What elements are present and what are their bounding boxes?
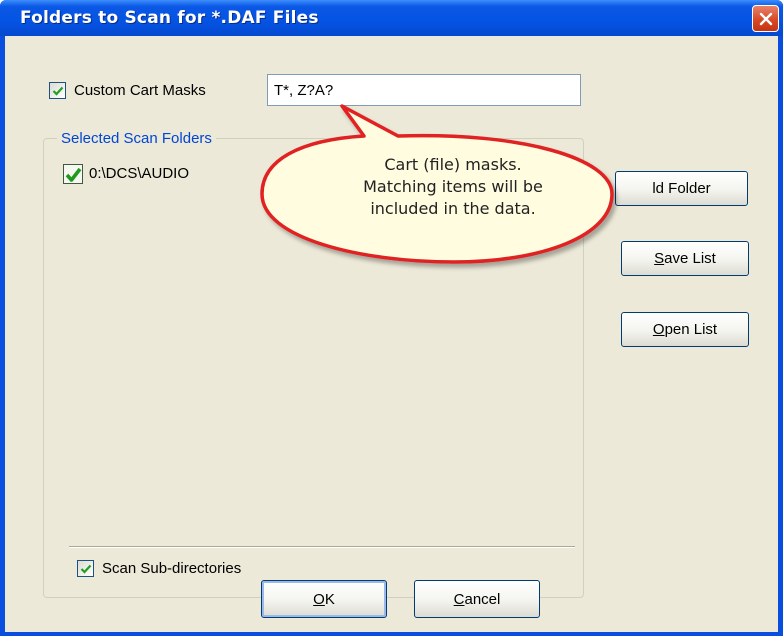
checkmark-icon: [52, 86, 64, 96]
callout-line: Matching items will be: [363, 177, 543, 196]
open-list-button[interactable]: Open List: [621, 312, 749, 347]
scan-subdirectories-label: Scan Sub-directories: [102, 560, 242, 577]
save-list-button[interactable]: Save List: [621, 241, 749, 276]
scan-subdirectories-checkbox[interactable]: [77, 560, 94, 577]
title-bar[interactable]: Folders to Scan for *.DAF Files: [0, 0, 783, 36]
cancel-label: ancel: [464, 590, 501, 608]
scan-folders-legend: Selected Scan Folders: [57, 130, 216, 147]
add-folder-label: ld Folder: [652, 180, 711, 197]
folder-path: 0:\DCS\AUDIO: [89, 165, 190, 182]
checkmark-icon: [80, 564, 92, 574]
callout-line: Cart (file) masks.: [384, 155, 522, 174]
dialog-window: Folders to Scan for *.DAF Files Custom C…: [0, 0, 783, 636]
green-checkmark-icon: [65, 167, 82, 182]
close-button[interactable]: [752, 5, 779, 32]
folder-checkbox[interactable]: [63, 164, 83, 184]
custom-cart-masks-checkbox[interactable]: [49, 82, 66, 99]
save-list-label: ave List: [664, 250, 716, 267]
ok-accel: O: [313, 590, 325, 608]
open-list-accel: O: [652, 321, 665, 338]
add-folder-button[interactable]: ld Folder: [615, 171, 748, 206]
save-list-accel: S: [654, 250, 665, 267]
callout-text: Cart (file) masks. Matching items will b…: [308, 154, 598, 220]
ok-button[interactable]: OK: [261, 580, 387, 618]
custom-cart-masks-label: Custom Cart Masks: [74, 82, 206, 99]
cancel-button[interactable]: Cancel: [414, 580, 540, 618]
divider: [69, 546, 575, 548]
close-icon: [759, 12, 772, 25]
cart-masks-input[interactable]: [267, 74, 581, 106]
cancel-accel: C: [453, 590, 465, 608]
ok-label: K: [324, 590, 335, 608]
window-title: Folders to Scan for *.DAF Files: [20, 8, 319, 28]
dialog-client-area: Custom Cart Masks Selected Scan Folders …: [5, 36, 778, 632]
open-list-label: pen List: [664, 321, 718, 338]
callout-line: included in the data.: [370, 199, 536, 218]
